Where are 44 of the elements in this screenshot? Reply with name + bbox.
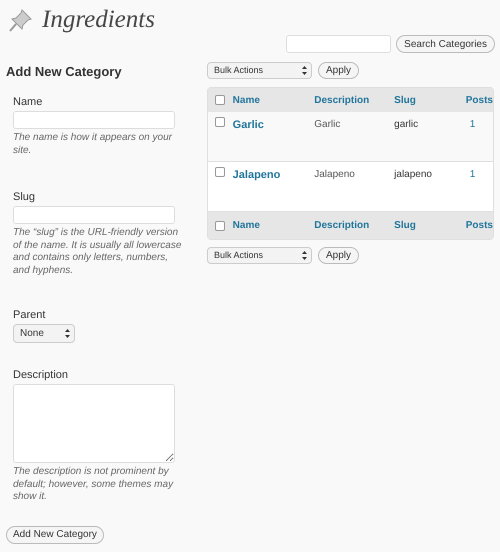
add-category-button[interactable]: Add New Category bbox=[6, 526, 104, 544]
stepper-icon bbox=[302, 66, 307, 75]
field-hint: The description is not prominent by default; however, some themes may show it. bbox=[13, 466, 174, 504]
column-header[interactable]: Name bbox=[232, 94, 260, 106]
text-field[interactable] bbox=[13, 206, 175, 224]
checkbox[interactable] bbox=[215, 95, 225, 105]
table-cell: Jalapeno bbox=[314, 169, 355, 180]
column-header[interactable]: Slug bbox=[394, 94, 416, 106]
bulk-actions-select[interactable]: Bulk Actions bbox=[207, 62, 312, 79]
column-header[interactable]: Posts bbox=[466, 94, 493, 106]
search-button[interactable]: Search Categories bbox=[396, 35, 495, 53]
apply-button[interactable]: Apply bbox=[318, 247, 360, 264]
search-field[interactable] bbox=[286, 35, 392, 53]
bulk-actions-select[interactable]: Bulk Actions bbox=[207, 247, 312, 264]
post-count-link[interactable]: 1 bbox=[466, 119, 476, 130]
table-cell: jalapeno bbox=[394, 169, 432, 180]
field-label: Slug bbox=[13, 190, 36, 203]
page-title: Ingredients bbox=[42, 5, 155, 36]
table-cell: Garlic bbox=[314, 119, 340, 130]
column-header[interactable]: Description bbox=[314, 220, 370, 231]
field-hint: The name is how it appears on your site. bbox=[13, 132, 174, 157]
checkbox[interactable] bbox=[215, 220, 225, 230]
description-field[interactable] bbox=[13, 384, 175, 463]
table-cell: garlic bbox=[394, 119, 418, 130]
field-label: Description bbox=[13, 368, 70, 381]
field-label: Name bbox=[13, 95, 44, 108]
column-header[interactable]: Slug bbox=[394, 220, 416, 231]
stepper-icon bbox=[302, 251, 307, 260]
category-link[interactable]: Jalapeno bbox=[232, 169, 280, 181]
form-heading: Add New Category bbox=[6, 63, 123, 81]
pushpin-icon bbox=[8, 7, 34, 33]
post-count-link[interactable]: 1 bbox=[466, 169, 476, 180]
category-link[interactable]: Garlic bbox=[232, 119, 264, 131]
column-header[interactable]: Posts bbox=[466, 220, 493, 231]
column-header[interactable]: Description bbox=[314, 94, 370, 106]
field-hint: The “slug” is the URL-friendly version of the name. It is usually all lowercase and contains only letters, numbers, and hyphens. bbox=[13, 227, 182, 277]
stepper-icon bbox=[65, 329, 70, 338]
column-header[interactable]: Name bbox=[232, 220, 260, 231]
parent-select[interactable]: None bbox=[13, 324, 75, 343]
checkbox[interactable] bbox=[215, 167, 225, 177]
field-label: Parent bbox=[13, 308, 46, 321]
apply-button[interactable]: Apply bbox=[318, 62, 360, 79]
checkbox[interactable] bbox=[215, 117, 225, 127]
text-field[interactable] bbox=[13, 111, 175, 129]
